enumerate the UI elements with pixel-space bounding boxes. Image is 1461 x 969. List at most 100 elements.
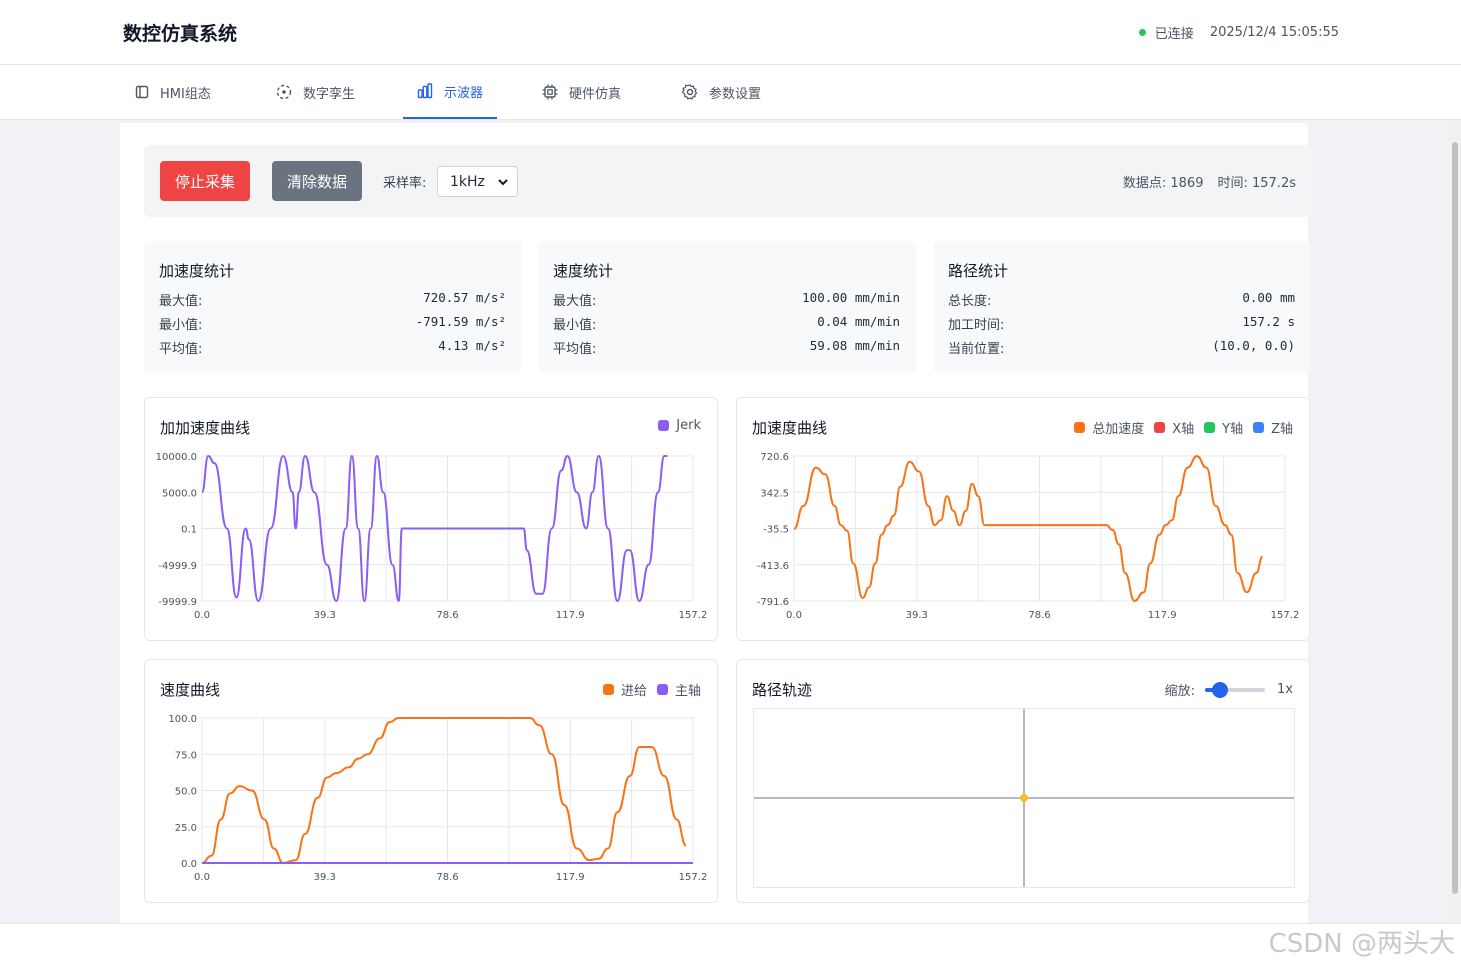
chip-icon — [542, 84, 558, 100]
y-tick-label: -4999.9 — [158, 561, 197, 572]
tab-hardware-sim[interactable]: 硬件仿真 — [541, 65, 621, 119]
path-plot — [754, 709, 1294, 887]
tab-oscilloscope[interactable]: 示波器 — [403, 65, 497, 119]
legend-label: X轴 — [1172, 422, 1195, 437]
speed-chart-card: 100.0 75.0 50.0 25.0 0.0 0.0 39.3 78.6 117.9 157.… — [144, 659, 718, 903]
legend-item[interactable]: 进给 — [602, 680, 647, 699]
stat-label: 平均值: — [553, 342, 597, 357]
legend-swatch — [1074, 422, 1086, 433]
legend-item[interactable]: 主轴 — [656, 680, 701, 699]
sample-rate-value: 1kHz — [450, 173, 485, 190]
tab-label: HMI组态 — [160, 86, 211, 102]
stat-row-avg: 平均值: 59.08 mm/min — [553, 338, 900, 357]
stat-row-max: 最大值: 100.00 mm/min — [553, 290, 900, 309]
tab-label: 参数设置 — [709, 86, 762, 102]
path-trajectory-card: 路径轨迹 缩放: 1x — [736, 659, 1310, 903]
tab-label: 示波器 — [444, 85, 484, 101]
stat-value: (10.0, 0.0) — [1212, 338, 1295, 353]
stat-value: 100.00 mm/min — [802, 290, 900, 305]
stat-label: 加工时间: — [948, 318, 1005, 333]
stat-value: 4.13 m/s² — [438, 338, 506, 353]
stat-row-avg: 平均值: 4.13 m/s² — [159, 338, 506, 357]
y-tick-label: 720.6 — [760, 452, 789, 463]
legend-swatch — [658, 420, 670, 431]
stat-label: 最小值: — [553, 318, 597, 333]
legend-label: Z轴 — [1271, 422, 1293, 437]
vertical-scrollbar[interactable] — [1449, 120, 1461, 923]
legend-label: Y轴 — [1222, 422, 1244, 437]
stat-value: 0.04 mm/min — [817, 314, 900, 329]
path-title: 路径轨迹 — [752, 681, 813, 699]
chart-legend: 总加速度 X轴 Y轴 Z轴 — [1064, 418, 1293, 437]
scrollbar-thumb[interactable] — [1452, 142, 1458, 894]
legend-item[interactable]: X轴 — [1154, 418, 1194, 437]
stat-row-position: 当前位置: (10.0, 0.0) — [948, 338, 1295, 357]
x-tick-label: 117.9 — [556, 610, 585, 621]
stat-row-max: 最大值: 720.57 m/s² — [159, 290, 506, 309]
chart-title: 加速度曲线 — [752, 419, 828, 437]
x-tick-label: 157.2 — [679, 610, 708, 621]
zoom-slider-handle[interactable] — [1212, 681, 1229, 698]
chart-title: 加加速度曲线 — [160, 419, 251, 437]
stat-row-time: 加工时间: 157.2 s — [948, 314, 1295, 333]
gear-icon — [681, 84, 698, 100]
legend-item[interactable]: Z轴 — [1253, 418, 1293, 437]
x-tick-label: 78.6 — [436, 610, 458, 621]
legend-label: 主轴 — [674, 684, 701, 699]
x-tick-label: 0.0 — [786, 610, 802, 621]
stat-label: 总长度: — [948, 294, 992, 309]
tab-hmi[interactable]: HMI组态 — [134, 65, 211, 119]
stop-acquisition-button[interactable]: 停止采集 — [160, 161, 251, 201]
legend-item[interactable]: Jerk — [658, 418, 701, 433]
y-tick-label: 50.0 — [175, 787, 197, 798]
app-title: 数控仿真系统 — [123, 23, 238, 45]
y-tick-label: 0.0 — [181, 859, 197, 870]
chart-legend: 进给 主轴 — [593, 680, 701, 699]
speed-stats-card: 速度统计 最大值: 100.00 mm/min 最小值: 0.04 mm/min 平… — [538, 241, 916, 373]
tab-label: 硬件仿真 — [569, 86, 622, 102]
path-canvas[interactable] — [753, 708, 1295, 888]
stat-value: 0.00 mm — [1242, 290, 1295, 305]
x-tick-label: 157.2 — [679, 872, 708, 883]
tab-digital-twin[interactable]: 数字孪生 — [275, 65, 355, 119]
accel-stats-title: 加速度统计 — [159, 262, 235, 280]
x-tick-label: 0.0 — [194, 610, 210, 621]
stat-row-min: 最小值: -791.59 m/s² — [159, 314, 506, 333]
stat-value: 59.08 mm/min — [809, 338, 900, 353]
sample-rate-select[interactable]: 1kHz — [437, 166, 518, 197]
stat-value: 157.2 s — [1242, 314, 1295, 329]
tab-settings[interactable]: 参数设置 — [681, 65, 761, 119]
legend-swatch — [1204, 422, 1216, 433]
legend-swatch — [602, 684, 614, 695]
y-tick-label: 5000.0 — [162, 488, 197, 499]
legend-swatch — [1154, 422, 1166, 433]
x-tick-label: 157.2 — [1271, 610, 1300, 621]
legend-label: Jerk — [676, 418, 701, 433]
legend-item[interactable]: Y轴 — [1204, 418, 1243, 437]
zoom-slider[interactable] — [1205, 681, 1266, 698]
legend-swatch — [1253, 422, 1265, 433]
path-stats-card: 路径统计 总长度: 0.00 mm 加工时间: 157.2 s 当前位置: (10.0… — [933, 241, 1311, 373]
panel-icon — [135, 85, 149, 99]
footer-bar — [0, 923, 1461, 969]
chart-legend: Jerk — [648, 418, 701, 433]
stat-label: 平均值: — [159, 342, 203, 357]
clear-data-button[interactable]: 清除数据 — [272, 161, 363, 201]
legend-swatch — [656, 684, 668, 695]
x-tick-label: 0.0 — [194, 872, 210, 883]
accel-stats-card: 加速度统计 最大值: 720.57 m/s² 最小值: -791.59 m/s² 平… — [144, 241, 522, 373]
y-tick-label: -413.6 — [757, 561, 789, 572]
acquisition-counters: 数据点: 1869 时间: 157.2s — [1123, 172, 1296, 191]
acceleration-chart-card: 720.6 342.5 -35.5 -413.6 -791.6 0.0 39.3 78.6 11… — [736, 397, 1310, 641]
x-tick-label: 117.9 — [1148, 610, 1177, 621]
chevron-down-icon — [498, 179, 508, 186]
data-points-count: 数据点: 1869 — [1122, 176, 1204, 191]
status-dot-icon — [1138, 29, 1146, 36]
tab-label: 数字孪生 — [303, 86, 356, 102]
legend-item[interactable]: 总加速度 — [1074, 418, 1144, 437]
path-stats-title: 路径统计 — [948, 262, 1009, 280]
y-tick-label: 10000.0 — [156, 452, 197, 463]
x-tick-label: 117.9 — [556, 872, 585, 883]
x-tick-label: 39.3 — [314, 872, 336, 883]
stat-value: 720.57 m/s² — [423, 290, 506, 305]
